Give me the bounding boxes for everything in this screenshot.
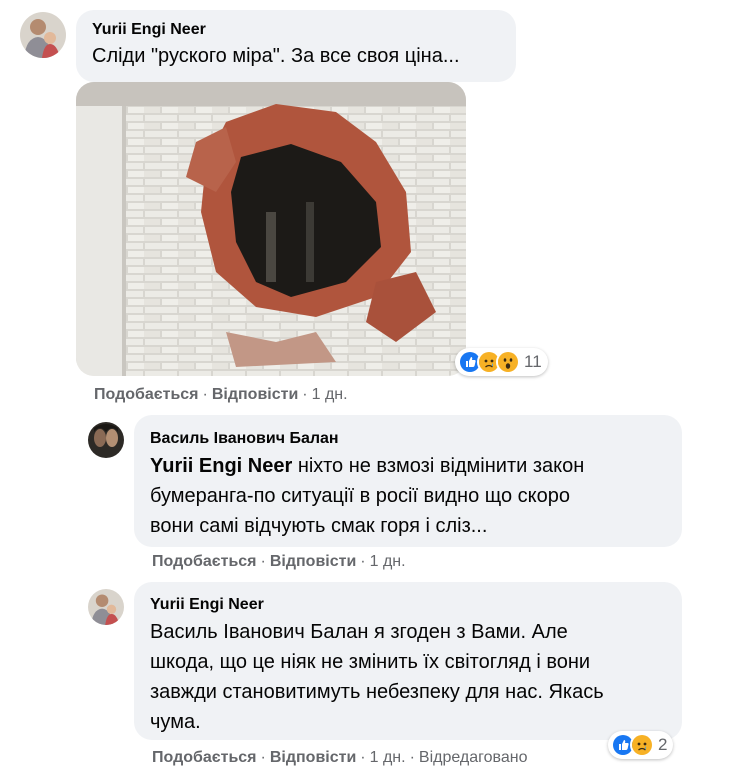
timestamp[interactable]: 1 дн. bbox=[312, 386, 348, 403]
comment-text: Yurii Engi Neer ніхто не взмозі відмінит… bbox=[150, 451, 666, 541]
separator: · bbox=[260, 553, 266, 570]
comment-text: Василь Іванович Балан я згоден з Вами. А… bbox=[150, 617, 666, 737]
edited-label: Відредаговано bbox=[418, 749, 528, 766]
timestamp[interactable]: 1 дн. bbox=[370, 749, 406, 766]
text-line: бумеранга-по ситуації в росії видно що с… bbox=[150, 485, 570, 507]
comment-author[interactable]: Yurii Engi Neer bbox=[92, 21, 500, 39]
like-button[interactable]: Подобається bbox=[152, 553, 257, 570]
comment-actions: Подобається · Відповісти · 1 дн. bbox=[152, 553, 406, 571]
separator: · bbox=[202, 386, 208, 403]
reactions-summary[interactable]: 11 bbox=[455, 348, 548, 376]
reply-button[interactable]: Відповісти bbox=[270, 749, 356, 766]
comment-actions: Подобається · Відповісти · 1 дн. bbox=[94, 386, 348, 404]
text-line: ніхто не взмозі відмінити закон bbox=[292, 455, 585, 477]
separator: · bbox=[302, 386, 308, 403]
text-line: шкода, що це ніяк не змінить їх світогля… bbox=[150, 651, 591, 673]
reactions-summary[interactable]: 2 bbox=[608, 731, 674, 759]
text-line: Василь Іванович Балан я згоден з Вами. А… bbox=[150, 621, 568, 643]
comment-text: Сліди "руского міра". За все своя ціна..… bbox=[92, 45, 460, 67]
text-line: вони самі відчують смак горя і сліз... bbox=[150, 515, 488, 537]
separator: · bbox=[409, 749, 415, 766]
comment-author[interactable]: Yurii Engi Neer bbox=[150, 596, 666, 614]
like-button[interactable]: Подобається bbox=[152, 749, 257, 766]
comment-bubble: Василь Іванович Балан Yurii Engi Neer ні… bbox=[134, 415, 682, 547]
reaction-count: 2 bbox=[658, 735, 668, 754]
reply-button[interactable]: Відповісти bbox=[212, 386, 298, 403]
comment-bubble: Yurii Engi Neer Сліди "руского міра". За… bbox=[76, 10, 516, 82]
mention-link[interactable]: Yurii Engi Neer bbox=[150, 455, 292, 477]
timestamp[interactable]: 1 дн. bbox=[370, 553, 406, 570]
reaction-count: 11 bbox=[524, 352, 542, 371]
wow-icon bbox=[496, 350, 520, 374]
avatar-vasyl[interactable] bbox=[88, 422, 124, 458]
comment-bubble: Yurii Engi Neer Василь Іванович Балан я … bbox=[134, 582, 682, 740]
avatar-yurii[interactable] bbox=[88, 589, 124, 625]
separator: · bbox=[360, 749, 366, 766]
text-line: чума. bbox=[150, 711, 201, 733]
text-line: завжди становитимуть небезпеку для нас. … bbox=[150, 681, 604, 703]
avatar-yurii[interactable] bbox=[20, 12, 66, 58]
separator: · bbox=[260, 749, 266, 766]
comment-photo[interactable] bbox=[76, 82, 466, 376]
comment-actions: Подобається · Відповісти · 1 дн. · Відредагова… bbox=[152, 749, 528, 767]
like-button[interactable]: Подобається bbox=[94, 386, 199, 403]
sad-icon bbox=[630, 733, 654, 757]
separator: · bbox=[360, 553, 366, 570]
reply-button[interactable]: Відповісти bbox=[270, 553, 356, 570]
comment-author[interactable]: Василь Іванович Балан bbox=[150, 430, 666, 448]
